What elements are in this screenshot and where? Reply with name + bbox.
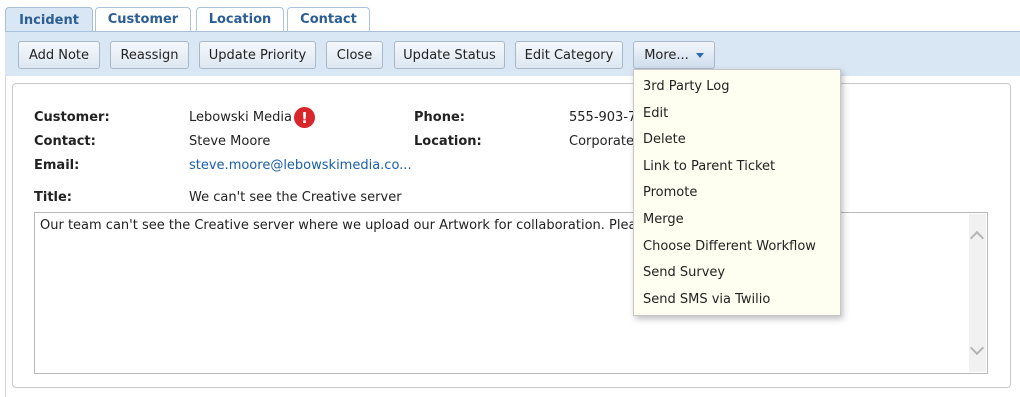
alert-symbol: ! bbox=[301, 108, 308, 127]
contact-label: Contact: bbox=[34, 134, 96, 149]
tab-incident-label: Incident bbox=[19, 12, 79, 28]
more-button-label: More... bbox=[644, 47, 689, 63]
email-label: Email: bbox=[34, 158, 80, 173]
reassign-button[interactable]: Reassign bbox=[110, 41, 189, 69]
tab-customer[interactable]: Customer bbox=[95, 7, 191, 31]
title-label: Title: bbox=[34, 190, 73, 205]
menu-item-send-survey[interactable]: Send Survey bbox=[643, 263, 725, 283]
location-value: Corporate bbox=[569, 134, 634, 149]
tab-location[interactable]: Location bbox=[196, 7, 284, 31]
customer-label: Customer: bbox=[34, 110, 110, 125]
tab-contact[interactable]: Contact bbox=[287, 7, 370, 31]
customer-value: Lebowski Media bbox=[189, 110, 292, 125]
scroll-down-icon[interactable] bbox=[969, 340, 985, 356]
more-dropdown-menu: 3rd Party Log Edit Delete Link to Parent… bbox=[633, 69, 841, 316]
tab-incident[interactable]: Incident bbox=[5, 7, 93, 32]
menu-item-merge[interactable]: Merge bbox=[643, 210, 684, 230]
menu-item-promote[interactable]: Promote bbox=[643, 183, 697, 203]
description-text: Our team can't see the Creative server w… bbox=[40, 218, 680, 233]
update-status-button[interactable]: Update Status bbox=[394, 41, 505, 69]
menu-item-delete[interactable]: Delete bbox=[643, 130, 686, 150]
divider bbox=[5, 75, 6, 397]
tab-contact-label: Contact bbox=[300, 12, 357, 27]
menu-item-send-sms-via-twilio[interactable]: Send SMS via Twilio bbox=[643, 290, 770, 310]
menu-item-link-to-parent-ticket[interactable]: Link to Parent Ticket bbox=[643, 157, 775, 177]
tab-location-label: Location bbox=[208, 12, 272, 27]
action-toolbar: Add Note Reassign Update Priority Close … bbox=[5, 31, 1020, 76]
phone-label: Phone: bbox=[414, 110, 465, 125]
menu-item-edit[interactable]: Edit bbox=[643, 104, 668, 124]
more-button[interactable]: More... bbox=[633, 41, 715, 69]
scroll-up-icon[interactable] bbox=[969, 230, 985, 246]
update-priority-button[interactable]: Update Priority bbox=[199, 41, 316, 69]
menu-item-3rd-party-log[interactable]: 3rd Party Log bbox=[643, 77, 729, 97]
chevron-down-icon bbox=[695, 52, 704, 58]
contact-value: Steve Moore bbox=[189, 134, 271, 149]
email-link[interactable]: steve.moore@lebowskimedia.co... bbox=[189, 158, 412, 173]
description-textarea[interactable]: Our team can't see the Creative server w… bbox=[34, 212, 988, 374]
edit-category-button[interactable]: Edit Category bbox=[515, 41, 623, 69]
description-scrollbar[interactable] bbox=[969, 214, 986, 372]
close-button[interactable]: Close bbox=[326, 41, 383, 69]
title-value: We can't see the Creative server bbox=[189, 190, 402, 205]
tab-customer-label: Customer bbox=[107, 12, 179, 27]
location-label: Location: bbox=[414, 134, 482, 149]
phone-value: 555-903-7 bbox=[569, 110, 637, 125]
add-note-button[interactable]: Add Note bbox=[18, 41, 100, 69]
alert-icon[interactable]: ! bbox=[294, 107, 315, 128]
menu-item-choose-different-workflow[interactable]: Choose Different Workflow bbox=[643, 237, 816, 257]
